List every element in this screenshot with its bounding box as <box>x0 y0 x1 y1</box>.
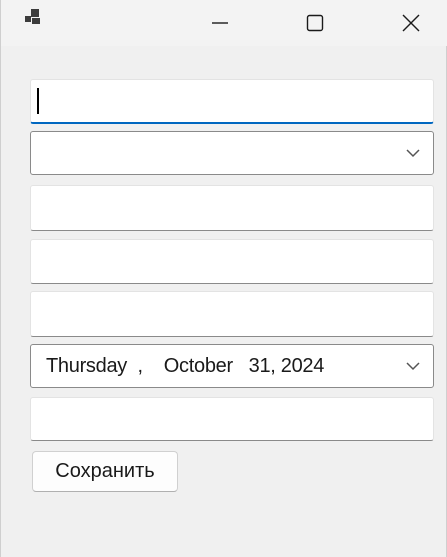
chevron-down-icon[interactable] <box>405 360 421 372</box>
close-icon <box>402 14 420 32</box>
combo-box[interactable] <box>30 131 434 175</box>
date-month[interactable]: October <box>164 355 233 378</box>
text-input-1[interactable] <box>31 80 433 122</box>
title-bar[interactable] <box>1 0 447 46</box>
date-value: Thursday , October 31, 2024 <box>46 345 324 387</box>
text-input-4[interactable] <box>31 292 433 336</box>
text-field-5[interactable] <box>30 397 434 441</box>
text-field-4[interactable] <box>30 291 434 337</box>
minimize-button[interactable] <box>197 0 243 46</box>
save-button[interactable]: Сохранить <box>32 451 178 492</box>
close-button[interactable] <box>388 0 434 46</box>
maximize-button[interactable] <box>292 0 338 46</box>
date-day-year[interactable]: 31, 2024 <box>249 355 325 378</box>
text-input-3[interactable] <box>31 240 433 283</box>
date-weekday[interactable]: Thursday <box>46 355 127 378</box>
app-icon <box>25 9 40 24</box>
minimize-icon <box>212 22 228 24</box>
app-window: Thursday , October 31, 2024 Сохранить <box>0 0 447 557</box>
text-input-5[interactable] <box>31 398 433 440</box>
chevron-down-icon[interactable] <box>405 147 421 159</box>
date-picker[interactable]: Thursday , October 31, 2024 <box>30 344 434 388</box>
text-caret <box>37 88 39 114</box>
text-input-2[interactable] <box>31 186 433 230</box>
text-field-2[interactable] <box>30 185 434 231</box>
maximize-icon <box>306 14 324 32</box>
text-field-1[interactable] <box>30 79 434 124</box>
text-field-3[interactable] <box>30 239 434 284</box>
